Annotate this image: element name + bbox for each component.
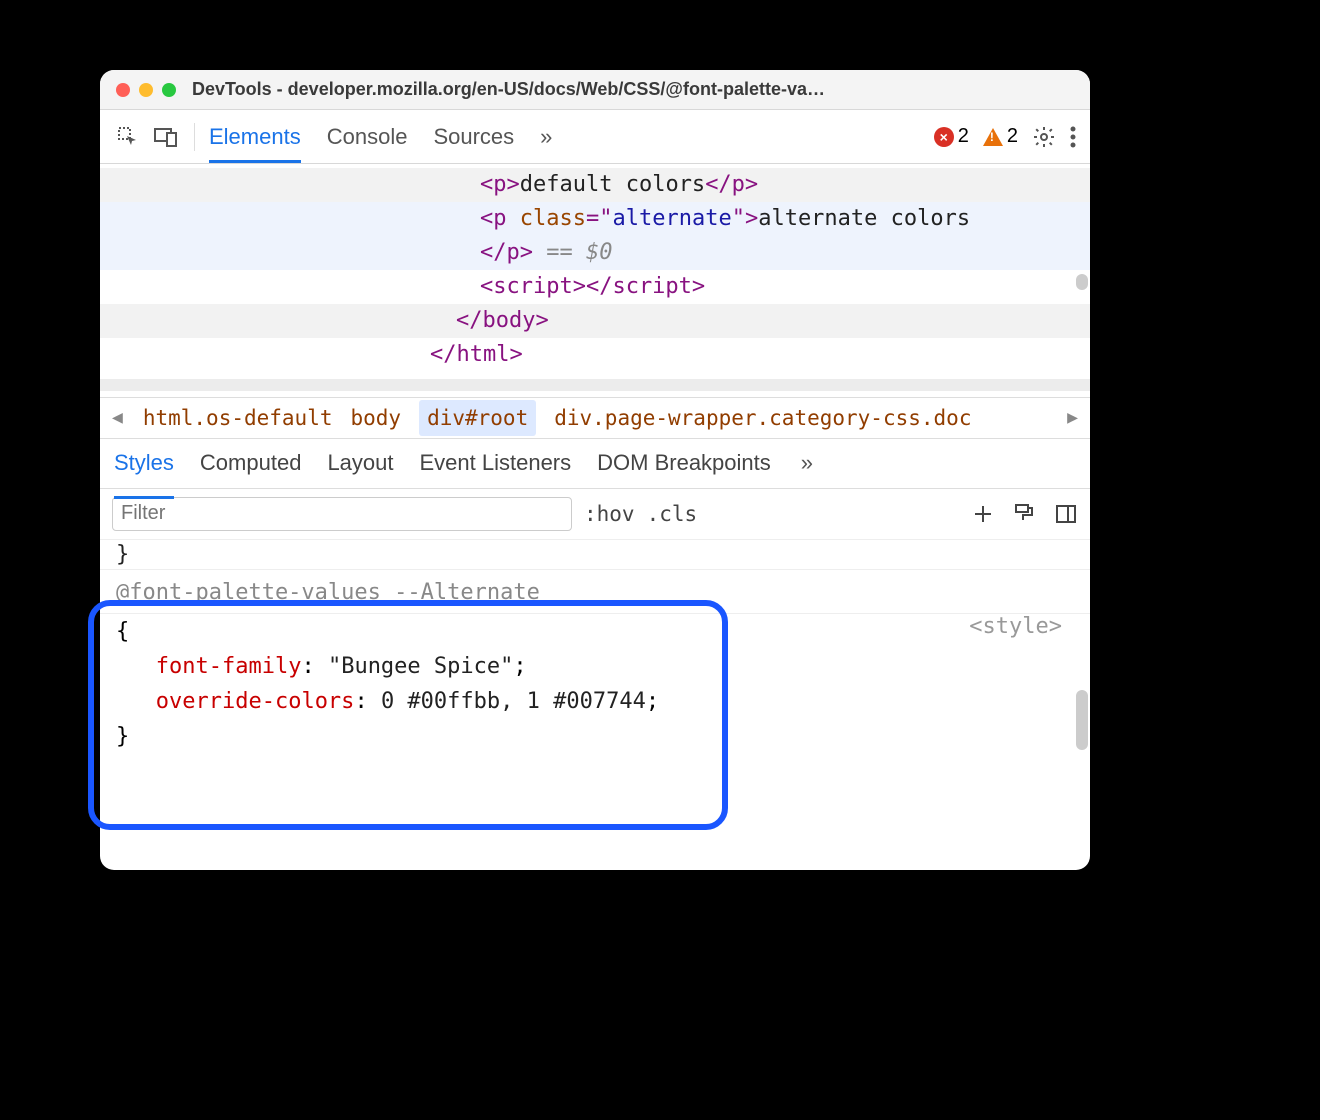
css-property-name[interactable]: override-colors: [156, 689, 355, 714]
styles-tabs: Styles Computed Layout Event Listeners D…: [100, 439, 1090, 489]
styles-filter-row: :hov .cls: [100, 489, 1090, 540]
toolbar-right: × 2 2: [934, 125, 1076, 149]
breadcrumb-item[interactable]: body: [351, 406, 402, 430]
css-property-value[interactable]: 0 #00ffbb, 1 #007744: [381, 689, 646, 714]
rule-open-brace: {: [116, 619, 129, 644]
inspect-element-icon[interactable]: [114, 123, 142, 151]
warnings-badge[interactable]: 2: [983, 125, 1018, 148]
vertical-scrollbar[interactable]: [1076, 690, 1088, 750]
styles-filter-input[interactable]: [112, 497, 572, 531]
styles-body[interactable]: } @font-palette-values --Alternate { fon…: [100, 540, 1090, 870]
horizontal-scrollbar[interactable]: [100, 379, 1090, 391]
minimize-window-button[interactable]: [139, 83, 153, 97]
warning-icon: [983, 128, 1003, 146]
more-options-icon[interactable]: [1070, 126, 1076, 148]
breadcrumb-left-icon[interactable]: ◀: [110, 407, 125, 428]
more-tabs-button[interactable]: »: [540, 124, 552, 150]
breadcrumb-item[interactable]: div.page-wrapper.category-css.doc: [554, 406, 1047, 430]
css-property-name[interactable]: font-family: [156, 654, 302, 679]
traffic-lights: [116, 83, 176, 97]
device-toggle-icon[interactable]: [152, 123, 180, 151]
error-icon: ×: [934, 127, 954, 147]
dom-node[interactable]: <p>default colors</p>: [100, 168, 1090, 202]
rule-header[interactable]: @font-palette-values --Alternate: [100, 569, 1090, 613]
prev-rule-close: }: [100, 540, 1090, 569]
breadcrumb-item-selected[interactable]: div#root: [419, 400, 536, 436]
tab-console[interactable]: Console: [327, 112, 408, 162]
breadcrumb-right-icon[interactable]: ▶: [1065, 407, 1080, 428]
hov-toggle[interactable]: :hov: [584, 502, 635, 526]
dom-tree[interactable]: <p>default colors</p> <p class="alternat…: [100, 164, 1090, 397]
tab-computed[interactable]: Computed: [200, 438, 302, 488]
dom-node[interactable]: </body>: [100, 304, 1090, 338]
errors-count: 2: [958, 125, 969, 148]
more-styles-tabs-button[interactable]: »: [801, 450, 813, 476]
dom-node[interactable]: </html>: [100, 338, 1090, 372]
warnings-count: 2: [1007, 125, 1018, 148]
titlebar: DevTools - developer.mozilla.org/en-US/d…: [100, 70, 1090, 110]
tab-event-listeners[interactable]: Event Listeners: [420, 438, 572, 488]
main-toolbar: Elements Console Sources » × 2 2: [100, 110, 1090, 164]
settings-icon[interactable]: [1032, 125, 1056, 149]
tab-layout[interactable]: Layout: [327, 438, 393, 488]
close-window-button[interactable]: [116, 83, 130, 97]
tab-elements[interactable]: Elements: [209, 112, 301, 162]
style-source-link[interactable]: <style>: [969, 614, 1062, 639]
window-title: DevTools - developer.mozilla.org/en-US/d…: [192, 79, 1074, 100]
devtools-window: DevTools - developer.mozilla.org/en-US/d…: [100, 70, 1090, 870]
breadcrumb: ◀ html.os-default body div#root div.page…: [100, 397, 1090, 439]
paint-icon[interactable]: [1012, 502, 1036, 526]
new-style-rule-icon[interactable]: [972, 503, 994, 525]
dom-node-selected[interactable]: <p class="alternate">alternate colors </…: [100, 202, 1090, 270]
errors-badge[interactable]: × 2: [934, 125, 969, 148]
tab-styles[interactable]: Styles: [114, 438, 174, 488]
dom-node[interactable]: <script></script>: [100, 270, 1090, 304]
toggle-sidebar-icon[interactable]: [1054, 502, 1078, 526]
toolbar-divider: [194, 123, 195, 151]
breadcrumb-item[interactable]: html.os-default: [143, 406, 333, 430]
tab-sources[interactable]: Sources: [433, 112, 514, 162]
panel-tabs: Elements Console Sources »: [209, 112, 552, 162]
zoom-window-button[interactable]: [162, 83, 176, 97]
cls-toggle[interactable]: .cls: [647, 502, 698, 526]
rule-close-brace: }: [116, 724, 129, 749]
rule-body[interactable]: { font-family: "Bungee Spice"; override-…: [100, 613, 1090, 765]
css-property-value[interactable]: "Bungee Spice": [328, 654, 513, 679]
tab-dom-breakpoints[interactable]: DOM Breakpoints: [597, 438, 771, 488]
vertical-scrollbar[interactable]: [1076, 274, 1088, 290]
